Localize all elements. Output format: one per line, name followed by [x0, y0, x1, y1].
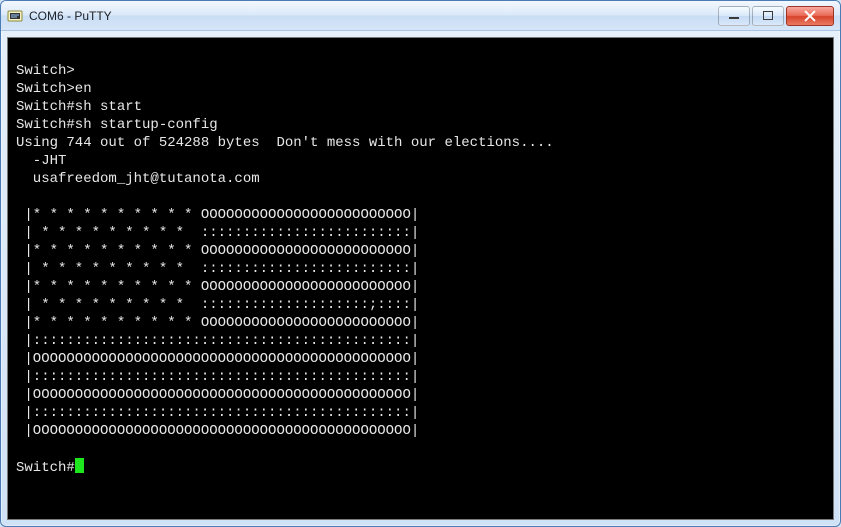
cursor [75, 458, 84, 473]
terminal-viewport[interactable]: Switch> Switch>en Switch#sh start Switch… [7, 37, 834, 520]
close-button[interactable] [786, 6, 834, 26]
minimize-icon [729, 11, 739, 20]
maximize-button[interactable] [752, 6, 784, 26]
titlebar[interactable]: COM6 - PuTTY [1, 1, 840, 31]
maximize-icon [763, 11, 773, 20]
close-icon [804, 10, 816, 22]
app-icon [7, 8, 23, 24]
window-controls [718, 6, 834, 26]
minimize-button[interactable] [718, 6, 750, 26]
terminal-output: Switch> Switch>en Switch#sh start Switch… [16, 63, 554, 439]
window-title: COM6 - PuTTY [29, 9, 718, 23]
window: COM6 - PuTTY Switch> Switch>en Switch#sh… [0, 0, 841, 527]
terminal[interactable]: Switch> Switch>en Switch#sh start Switch… [8, 38, 833, 519]
terminal-prompt: Switch# [16, 460, 75, 476]
